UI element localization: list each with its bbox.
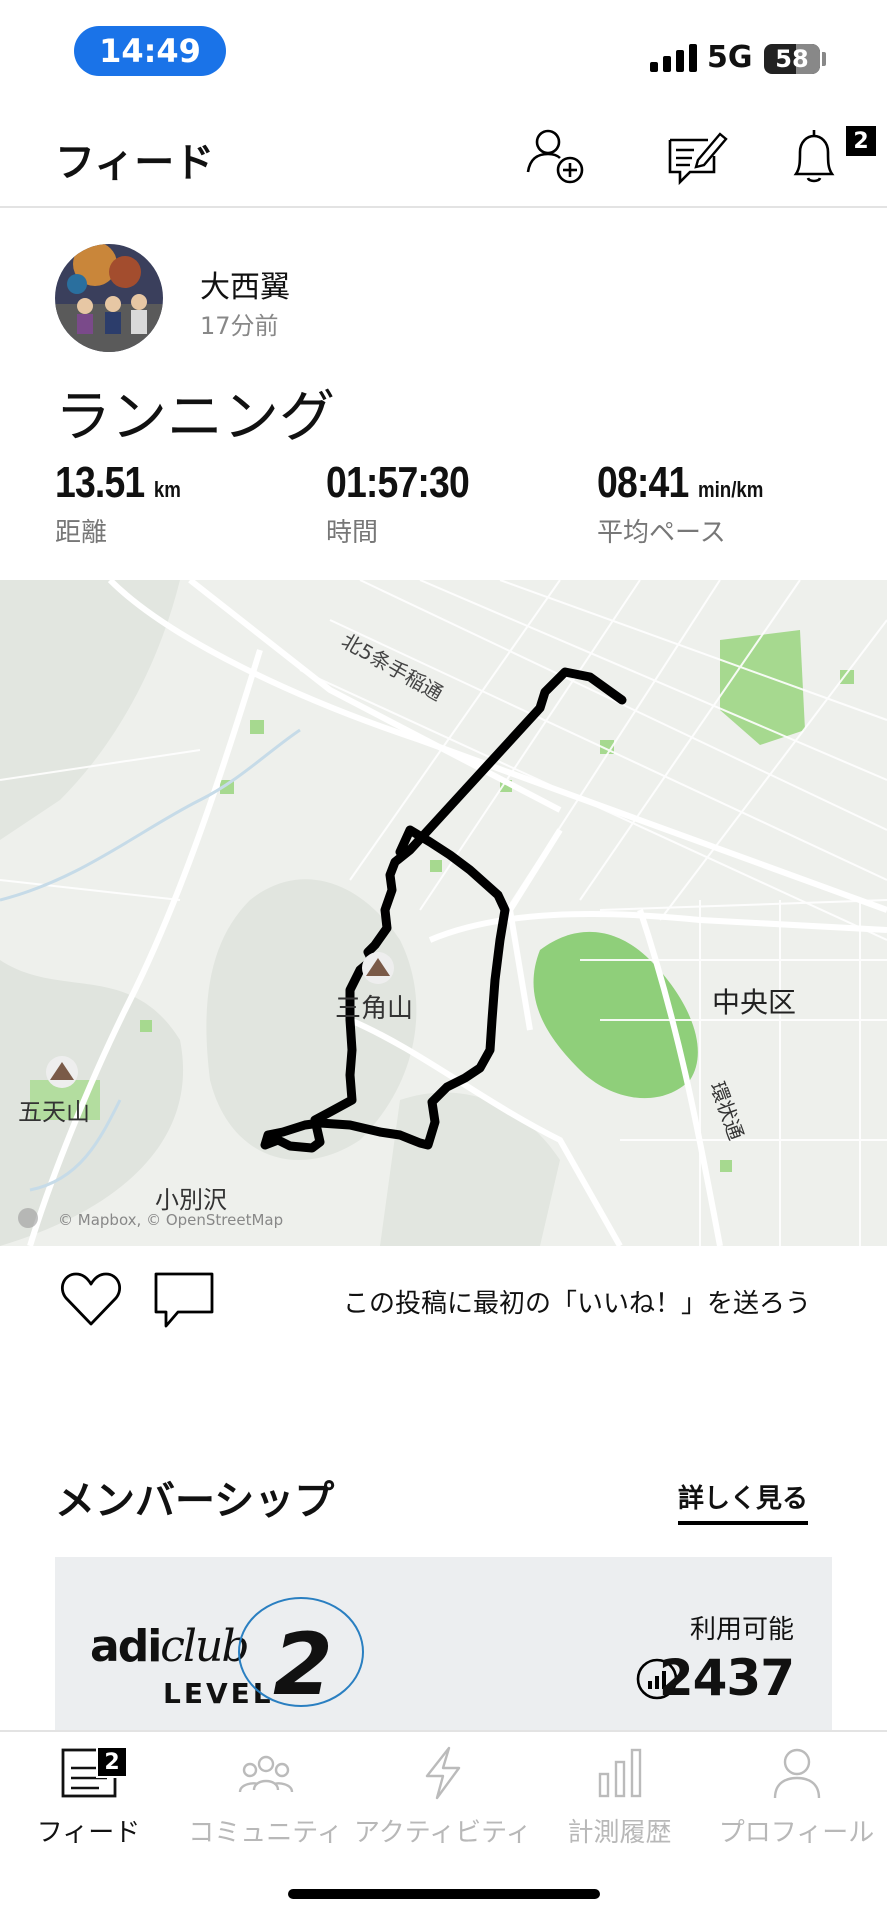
avatar-photo (55, 244, 163, 352)
add-friend-button[interactable] (524, 124, 588, 188)
notifications-button[interactable] (784, 124, 848, 188)
tab-activity-label: アクティビティ (354, 1818, 532, 1848)
stat-pace-label: 平均ペース (597, 518, 726, 548)
points-available-label: 利用可能 (689, 1615, 794, 1645)
add-user-icon (526, 129, 584, 184)
tab-profile-label: プロフィール (718, 1818, 875, 1848)
stat-duration-label: 時間 (326, 518, 379, 548)
battery-tip (822, 52, 826, 66)
community-icon (238, 1755, 293, 1793)
page-title: フィード (55, 140, 215, 186)
mapbox-logo-icon (18, 1208, 38, 1228)
avatar[interactable] (55, 244, 163, 352)
post-timestamp: 17分前 (200, 312, 279, 340)
status-bar: 14:49 5G 58 (0, 0, 887, 100)
membership-card[interactable]: adiclub LEVEL 2 利用可能 2437 (55, 1557, 832, 1732)
bell-icon (793, 130, 835, 183)
battery-icon: 58 (764, 44, 820, 74)
activity-title: ランニング (55, 385, 335, 450)
map-label-mountain-2: 五天山 (18, 1098, 90, 1126)
status-time: 14:49 (74, 26, 226, 76)
comment-icon (154, 1272, 214, 1328)
route-map[interactable]: 北5条手稲通 中央区 三角山 五天山 小別沢 環状通 © Mapbox, © O… (0, 580, 887, 1246)
adiclub-logo: adiclub (90, 1621, 250, 1672)
tab-community[interactable]: コミュニティ (177, 1744, 354, 1849)
profile-icon (773, 1748, 820, 1799)
heart-icon (61, 1272, 121, 1326)
app-header: フィード 2 (0, 100, 887, 208)
home-indicator[interactable] (288, 1889, 600, 1899)
stat-pace: 08:41 min/km 平均ペース (597, 458, 793, 549)
history-icon (598, 1748, 641, 1798)
notification-badge: 2 (846, 126, 876, 156)
tab-profile[interactable]: プロフィール (708, 1744, 885, 1849)
stat-pace-value: 08:41 (597, 458, 689, 507)
comment-button[interactable] (152, 1268, 216, 1336)
tab-feed[interactable]: フィード (0, 1744, 177, 1849)
like-button[interactable] (58, 1268, 124, 1334)
map-label-district: 中央区 (712, 986, 796, 1019)
stat-duration-value: 01:57:30 (326, 458, 470, 507)
route-map-canvas: 北5条手稲通 中央区 三角山 五天山 小別沢 環状通 © Mapbox, © O… (0, 580, 887, 1246)
map-attribution: © Mapbox, © OpenStreetMap (58, 1211, 283, 1229)
map-label-mountain-1: 三角山 (335, 994, 413, 1024)
network-type: 5G (707, 40, 753, 75)
stat-distance-label: 距離 (55, 518, 108, 548)
map-label-area: 小別沢 (155, 1186, 227, 1214)
points-balance: 2437 (658, 1649, 795, 1707)
compose-post-button[interactable] (664, 124, 728, 188)
stat-distance-value: 13.51 (55, 458, 145, 507)
see-more-link[interactable]: 詳しく見る (678, 1478, 809, 1525)
battery-level: 58 (775, 45, 809, 73)
stat-distance-unit: km (153, 477, 181, 502)
feed-tab-badge: 2 (96, 1746, 128, 1778)
tab-history[interactable]: 計測履歴 (531, 1744, 708, 1849)
like-prompt: この投稿に最初の「いいね！」を送ろう (343, 1289, 812, 1319)
post-author-name[interactable]: 大西翼 (200, 262, 290, 306)
cellular-signal-icon (650, 44, 697, 72)
tab-feed-label: フィード (36, 1818, 141, 1848)
activity-icon (425, 1746, 460, 1800)
tab-community-label: コミュニティ (188, 1818, 343, 1848)
membership-section-title: メンバーシップ (55, 1478, 335, 1524)
level-ring-icon (238, 1597, 364, 1707)
tab-history-label: 計測履歴 (567, 1818, 672, 1848)
stat-pace-unit: min/km (697, 477, 764, 502)
compose-icon (668, 132, 728, 186)
tab-activity[interactable]: アクティビティ (354, 1744, 532, 1849)
stat-distance: 13.51 km 距離 (55, 458, 203, 549)
stat-duration: 01:57:30 時間 (326, 458, 494, 549)
